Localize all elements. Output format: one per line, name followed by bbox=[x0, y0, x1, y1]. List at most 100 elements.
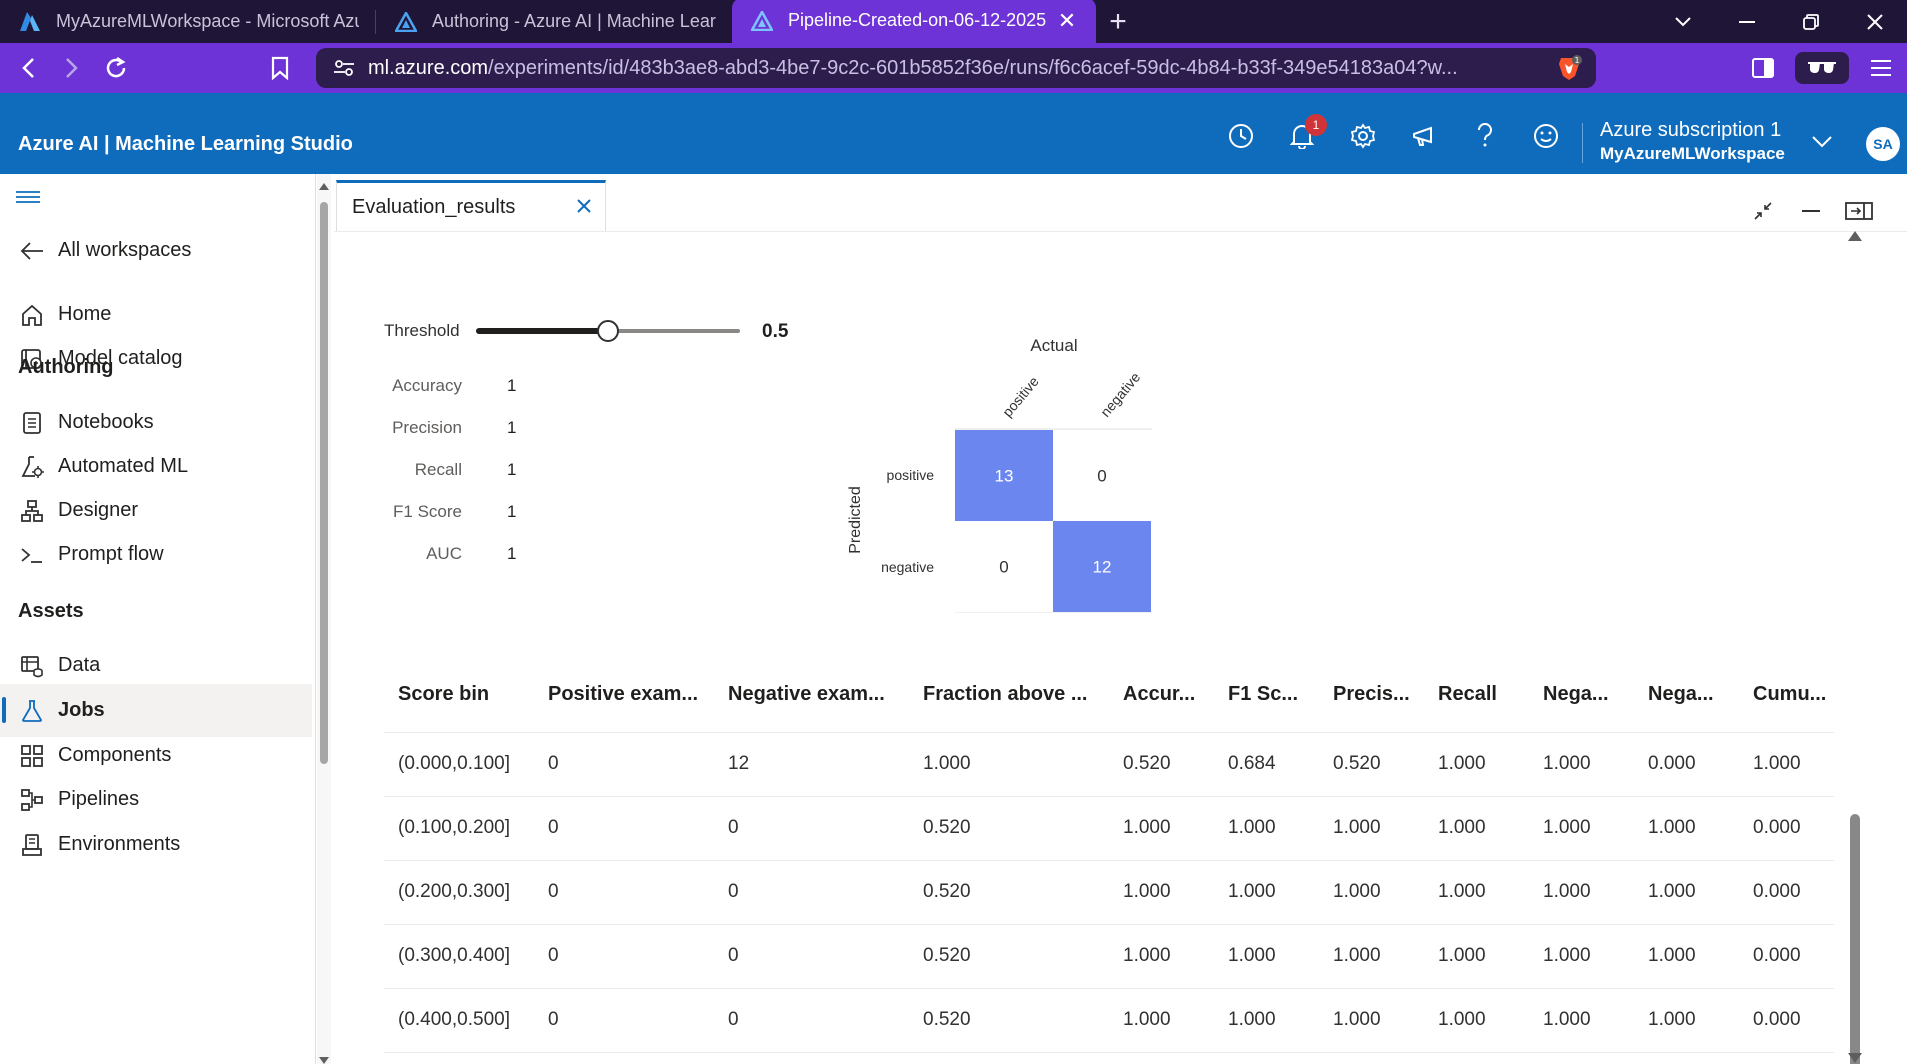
close-icon[interactable] bbox=[575, 197, 593, 215]
table-cell: 1.000 bbox=[1424, 988, 1529, 1053]
table-cell: 0.000 bbox=[1634, 732, 1739, 797]
scroll-down-arrow-icon[interactable] bbox=[1848, 1050, 1862, 1064]
scroll-down-arrow-icon[interactable] bbox=[317, 1054, 331, 1064]
metric-name: Precision bbox=[392, 418, 462, 437]
subscription-name: Azure subscription 1 bbox=[1600, 119, 1782, 141]
table-row[interactable]: (0.400,0.500] 0 0 0.520 1.000 1.000 1.00… bbox=[384, 988, 1834, 1053]
hamburger-menu-icon[interactable] bbox=[15, 190, 41, 210]
subscription-picker[interactable]: Azure subscription 1 MyAzureMLWorkspace bbox=[1600, 119, 1785, 164]
home-icon bbox=[18, 301, 46, 329]
settings-gear-icon[interactable] bbox=[1332, 118, 1393, 154]
nav-section-authoring: Authoring bbox=[18, 356, 114, 378]
tab-label: Evaluation_results bbox=[352, 195, 516, 218]
bookmark-icon[interactable] bbox=[258, 46, 302, 90]
metric-value: 1 bbox=[507, 460, 517, 479]
column-header[interactable]: Nega... bbox=[1634, 658, 1739, 733]
column-header[interactable]: Fraction above ... bbox=[909, 658, 1109, 733]
table-cell: 0.000 bbox=[1739, 860, 1834, 925]
table-cell: 0.520 bbox=[909, 924, 1109, 989]
column-header[interactable]: Negative exam... bbox=[714, 658, 909, 733]
history-clock-icon[interactable] bbox=[1210, 118, 1271, 154]
scroll-up-arrow-icon[interactable] bbox=[1848, 228, 1862, 246]
studio-brand-title[interactable]: Azure AI | Machine Learning Studio bbox=[18, 133, 353, 156]
nav-prompt-flow[interactable]: Prompt flow bbox=[0, 528, 312, 581]
table-row[interactable]: (0.100,0.200] 0 0 0.520 1.000 1.000 1.00… bbox=[384, 796, 1834, 861]
table-row[interactable]: (0.000,0.100] 0 12 1.000 0.520 0.684 0.5… bbox=[384, 732, 1834, 797]
reload-icon[interactable] bbox=[94, 46, 138, 90]
close-tab-icon[interactable]: ✕ bbox=[1054, 8, 1080, 34]
metric-row: F1 Score 1 bbox=[374, 502, 574, 526]
column-header[interactable]: Accur... bbox=[1109, 658, 1214, 733]
panel-scrollbar[interactable] bbox=[1846, 214, 1866, 1064]
threshold-slider[interactable] bbox=[476, 319, 740, 343]
nav-environments[interactable]: Environments bbox=[0, 818, 312, 871]
row-label-positive: positive bbox=[887, 467, 935, 483]
column-header[interactable]: Nega... bbox=[1529, 658, 1634, 733]
announcements-megaphone-icon[interactable] bbox=[1393, 118, 1454, 154]
column-header[interactable]: F1 Sc... bbox=[1214, 658, 1319, 733]
nav-label: Environments bbox=[58, 833, 181, 855]
reader-mode-glasses-icon[interactable] bbox=[1795, 52, 1849, 84]
table-cell: 1.000 bbox=[1319, 924, 1424, 989]
feedback-smiley-icon[interactable] bbox=[1515, 118, 1576, 154]
table-cell: 1.000 bbox=[1214, 860, 1319, 925]
help-question-icon[interactable] bbox=[1454, 118, 1515, 154]
table-cell: 1.000 bbox=[1634, 796, 1739, 861]
chevron-down-icon[interactable] bbox=[1810, 129, 1836, 155]
table-cell: (0.400,0.500] bbox=[384, 988, 534, 1053]
table-cell: 1.000 bbox=[1634, 860, 1739, 925]
nav-label: Automated ML bbox=[58, 455, 189, 477]
metric-name: AUC bbox=[426, 544, 462, 563]
table-cell: (0.100,0.200] bbox=[384, 796, 534, 861]
metric-row: Precision 1 bbox=[374, 418, 574, 442]
metric-row: Recall 1 bbox=[374, 460, 574, 484]
minimize-window-icon[interactable] bbox=[1715, 0, 1779, 43]
notification-badge: 1 bbox=[1305, 114, 1327, 136]
back-arrow-icon[interactable] bbox=[6, 46, 50, 90]
tab-list-chevron-icon[interactable] bbox=[1651, 0, 1715, 43]
close-window-icon[interactable] bbox=[1843, 0, 1907, 43]
collapse-arrows-icon[interactable] bbox=[1739, 196, 1787, 226]
scroll-up-arrow-icon[interactable] bbox=[317, 180, 331, 192]
nav-all-workspaces[interactable]: All workspaces bbox=[0, 224, 312, 277]
table-cell: 1.000 bbox=[1424, 924, 1529, 989]
table-cell: 0 bbox=[714, 860, 909, 925]
sidebar-scrollbar-thumb[interactable] bbox=[320, 202, 328, 764]
table-row[interactable]: (0.300,0.400] 0 0 0.520 1.000 1.000 1.00… bbox=[384, 924, 1834, 989]
restore-window-icon[interactable] bbox=[1779, 0, 1843, 43]
column-header[interactable]: Score bin bbox=[384, 658, 534, 733]
metric-name: F1 Score bbox=[393, 502, 462, 521]
table-cell: 1.000 bbox=[1529, 988, 1634, 1053]
slider-fill bbox=[476, 328, 608, 334]
user-avatar[interactable]: SA bbox=[1866, 127, 1900, 161]
browser-tab-title: Pipeline-Created-on-06-12-2025 bbox=[788, 10, 1046, 30]
browser-tab-authoring[interactable]: Authoring - Azure AI | Machine Learning … bbox=[376, 0, 732, 43]
column-header[interactable]: Cumu... bbox=[1739, 658, 1834, 733]
tab-evaluation-results[interactable]: Evaluation_results bbox=[336, 180, 606, 231]
column-label-positive: positive bbox=[999, 373, 1042, 420]
minimize-panel-icon[interactable] bbox=[1787, 196, 1835, 226]
metric-value: 1 bbox=[507, 418, 517, 437]
forward-arrow-icon[interactable] bbox=[50, 46, 94, 90]
table-row[interactable]: (0.200,0.300] 0 0 0.520 1.000 1.000 1.00… bbox=[384, 860, 1834, 925]
slider-thumb[interactable] bbox=[597, 320, 619, 342]
brave-shield-icon[interactable]: 1 bbox=[1556, 55, 1582, 81]
sidebar-toggle-icon[interactable] bbox=[1737, 43, 1789, 93]
browser-tab-pipeline[interactable]: Pipeline-Created-on-06-12-2025 ✕ bbox=[732, 0, 1096, 43]
site-settings-icon[interactable] bbox=[332, 56, 356, 80]
column-header[interactable]: Precis... bbox=[1319, 658, 1424, 733]
panel-scrollbar-thumb[interactable] bbox=[1850, 814, 1860, 1064]
metric-row: AUC 1 bbox=[374, 544, 574, 568]
browser-menu-icon[interactable] bbox=[1855, 43, 1907, 93]
browser-toolbar: ml.azure.com/experiments/id/483b3ae8-abd… bbox=[0, 43, 1907, 93]
nav-label: Notebooks bbox=[58, 411, 154, 433]
new-tab-button[interactable]: + bbox=[1096, 0, 1140, 43]
notifications-bell-icon[interactable]: 1 bbox=[1271, 114, 1332, 154]
sidebar-scrollbar[interactable] bbox=[317, 174, 331, 1064]
nav-label: Pipelines bbox=[58, 788, 140, 810]
column-header[interactable]: Recall bbox=[1424, 658, 1529, 733]
address-bar[interactable]: ml.azure.com/experiments/id/483b3ae8-abd… bbox=[316, 48, 1596, 88]
column-header[interactable]: Positive exam... bbox=[534, 658, 714, 733]
browser-tab-azure-portal[interactable]: MyAzureMLWorkspace - Microsoft Azure bbox=[0, 0, 375, 43]
score-bin-table: Score bin Positive exam... Negative exam… bbox=[384, 658, 1834, 1053]
